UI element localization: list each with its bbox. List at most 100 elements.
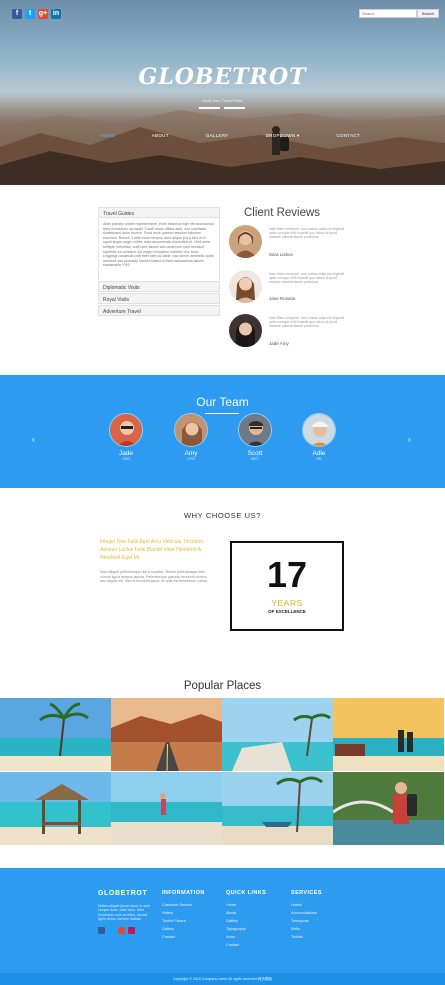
team-member-role: CFO	[187, 457, 195, 461]
footer-column-information: INFORMATION Customer Service Hotels Tour…	[162, 890, 205, 939]
team-member[interactable]: Jade CEO	[106, 413, 146, 461]
review-item: Nam libero tempore, cum soluta nobis est…	[229, 314, 349, 354]
team-member-photo	[302, 413, 336, 447]
team-member-photo	[174, 413, 208, 447]
gallery-image-beach-palm[interactable]	[0, 698, 111, 771]
why-body-text: Nam aliquet pellentesque nisl a sodales.…	[100, 570, 208, 584]
footer-link[interactable]: Accomodations	[291, 911, 322, 915]
footer-link[interactable]: Gallery	[162, 927, 205, 931]
footer-link[interactable]: Tickets	[291, 935, 322, 939]
team-member-name: Amy	[184, 450, 198, 457]
google-plus-icon[interactable]: g+	[38, 9, 48, 19]
accordion-item-adventure[interactable]: Adventure Travel	[98, 305, 220, 316]
accordion-item-diplomatic[interactable]: Diplomatic Visits	[98, 281, 220, 292]
chevron-left-icon[interactable]: ‹	[32, 435, 35, 444]
gallery-image-pier-palm[interactable]	[222, 698, 333, 771]
copyright-bar: Copyright © 2015 Company name All rights…	[0, 972, 445, 985]
team-member-photo	[109, 413, 143, 447]
review-text: Nam libero tempore, cum soluta nobis est…	[269, 272, 345, 285]
search-input[interactable]	[359, 9, 417, 18]
site-logo[interactable]: GLOBETROT	[0, 64, 445, 90]
team-member-name: Scott	[247, 450, 263, 457]
gallery-image-beach-hut[interactable]	[0, 772, 111, 845]
review-item: Nam libero tempore, cum soluta nobis est…	[229, 225, 349, 265]
facebook-icon[interactable]	[98, 926, 105, 934]
years-excellence-box: 17 YEARS OF EXCELLENCE	[230, 541, 344, 631]
team-member-name: Adle	[312, 450, 326, 457]
avatar	[229, 314, 262, 347]
accordion-item-royal[interactable]: Royal Visits	[98, 293, 220, 304]
footer-column-quick-links: QUICK LINKS Home About Gallery Typograph…	[226, 890, 266, 947]
team-member-role: MKT	[251, 457, 259, 461]
footer-link[interactable]: Contact	[226, 943, 266, 947]
footer-link[interactable]: Hotels	[162, 911, 205, 915]
accordion-header-travel-guides[interactable]: Travel Guides	[98, 207, 220, 218]
team-member-role: CEO	[122, 457, 130, 461]
review-author: Sara Lisbon	[269, 252, 294, 257]
twitter-icon[interactable]: t	[25, 9, 35, 19]
twitter-icon[interactable]	[108, 926, 115, 934]
footer-link[interactable]: Home	[226, 903, 266, 907]
copyright-text: Copyright © 2015 Company name All rights…	[172, 977, 273, 981]
years-subtitle: OF EXCELLENCE	[268, 609, 306, 614]
gallery-image-boat-beach[interactable]	[222, 772, 333, 845]
footer-logo[interactable]: GLOBETROT	[98, 890, 152, 897]
review-author: Jane Rosarie	[269, 296, 296, 301]
nav-about[interactable]: ABOUT	[152, 133, 169, 139]
places-gallery	[0, 698, 445, 845]
site-footer: GLOBETROT Nullam aliquet ipsum diam, in …	[0, 868, 445, 972]
chevron-right-icon[interactable]: ›	[408, 435, 411, 444]
review-item: Nam libero tempore, cum soluta nobis est…	[229, 270, 349, 310]
nav-home[interactable]: HOME	[100, 133, 115, 139]
team-member[interactable]: Adle HR	[299, 413, 339, 461]
footer-link[interactable]: Typography	[226, 927, 266, 931]
hero-banner: f t g+ in Search GLOBETROT Book Your Tra…	[0, 0, 445, 185]
nav-dropdown[interactable]: DROPDOWN ▾	[266, 133, 300, 139]
site-tagline: Book Your Travel Pass	[202, 98, 243, 103]
linkedin-icon[interactable]: in	[51, 9, 61, 19]
footer-link[interactable]: Gallery	[226, 919, 266, 923]
footer-link[interactable]: Customer Service	[162, 903, 205, 907]
gallery-image-hiker-bridge[interactable]	[333, 772, 444, 845]
footer-column-services: SERVICES Hotels Accomodations Transports…	[291, 890, 322, 939]
gallery-image-desert-road[interactable]	[111, 698, 222, 771]
social-links: f t g+ in	[12, 9, 61, 19]
footer-about-column: GLOBETROT Nullam aliquet ipsum diam, in …	[98, 890, 152, 934]
footer-link[interactable]: Malls	[291, 927, 322, 931]
footer-heading: INFORMATION	[162, 890, 205, 896]
team-member[interactable]: Scott MKT	[235, 413, 275, 461]
header-search: Search	[359, 9, 439, 18]
why-highlight-text: Integer Non Felis Eget Arcu Vehicula Tin…	[100, 539, 205, 561]
avatar	[229, 225, 262, 258]
reviews-title: Client Reviews	[244, 207, 321, 219]
nav-gallery[interactable]: GALLERY	[206, 133, 229, 139]
years-label: YEARS	[271, 598, 303, 608]
google-plus-icon[interactable]	[118, 926, 125, 934]
footer-link[interactable]: About	[226, 911, 266, 915]
travel-accordion: Travel Guides Anim pariatur cliche repre…	[98, 207, 220, 316]
pinterest-icon[interactable]	[128, 926, 135, 934]
team-title: Our Team	[196, 395, 249, 409]
footer-link[interactable]: Transports	[291, 919, 322, 923]
team-member-name: Jade	[118, 450, 134, 457]
footer-link[interactable]: Hotels	[291, 903, 322, 907]
team-member[interactable]: Amy CFO	[171, 413, 211, 461]
review-text: Nam libero tempore, cum soluta nobis est…	[269, 316, 345, 329]
footer-link[interactable]: Icons	[226, 935, 266, 939]
nav-contact[interactable]: CONTACT	[336, 133, 360, 139]
search-button[interactable]: Search	[417, 9, 439, 18]
facebook-icon[interactable]: f	[12, 9, 22, 19]
why-title: WHY CHOOSE US?	[183, 511, 262, 520]
places-title: Popular Places	[183, 680, 262, 692]
years-number: 17	[266, 554, 308, 595]
gallery-image-couple-beach[interactable]	[333, 698, 444, 771]
main-nav: HOME ABOUT GALLERY DROPDOWN ▾ CONTACT	[100, 133, 360, 139]
accordion-body: Anim pariatur cliche reprehenderit, enim…	[98, 218, 220, 280]
team-member-photo	[238, 413, 272, 447]
gallery-image-woman-beach[interactable]	[111, 772, 222, 845]
footer-link[interactable]: Tourist Places	[162, 919, 205, 923]
footer-heading: QUICK LINKS	[226, 890, 267, 896]
team-member-role: HR	[316, 457, 322, 461]
review-author: Jade Amy	[269, 341, 289, 346]
footer-link[interactable]: Contact	[162, 935, 205, 939]
